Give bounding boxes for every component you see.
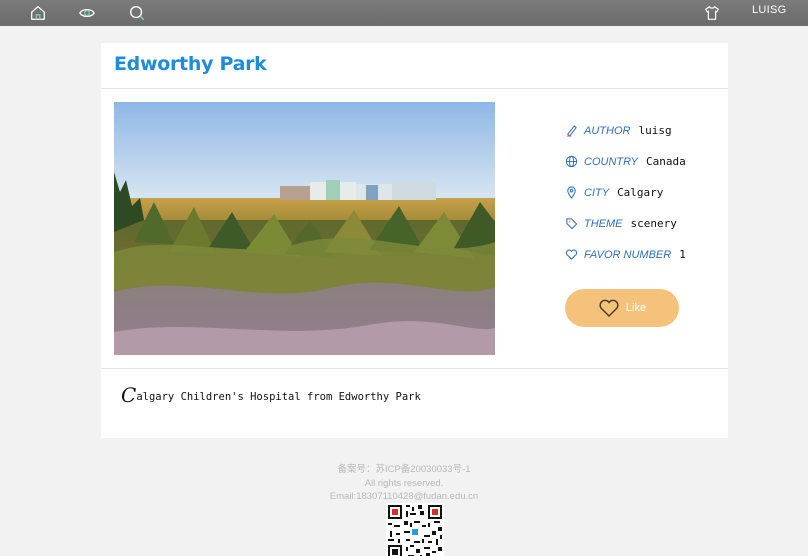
post-title: Edworthy Park [114, 53, 267, 75]
qr-code [386, 503, 444, 556]
info-row-city: CITY Calgary [565, 177, 725, 208]
like-button-label: Like [625, 302, 647, 314]
post-photo [114, 102, 495, 355]
theme-value: scenery [630, 217, 677, 230]
city-key: CITY [584, 186, 610, 199]
footer-icp: 备案号：苏ICP备20030033号-1 [337, 464, 471, 475]
heart-outline-icon [599, 299, 619, 317]
home-icon[interactable] [28, 3, 48, 23]
top-nav-bar: LUISG [0, 0, 808, 26]
globe-icon [565, 155, 578, 168]
tag-icon [565, 217, 578, 230]
title-divider [101, 88, 728, 89]
eye-icon[interactable] [77, 3, 97, 23]
location-pin-icon [565, 186, 578, 199]
pen-icon [565, 124, 578, 137]
theme-key: THEME [584, 217, 623, 230]
country-value: Canada [645, 155, 686, 168]
country-key: COUNTRY [584, 155, 638, 168]
footer-email: Email:18307110428@fudan.edu.cn [329, 491, 479, 502]
city-value: Calgary [617, 186, 664, 199]
info-row-author: AUTHOR luisg [565, 115, 725, 146]
info-row-favor-number: FAVOR NUMBER 1 [565, 239, 725, 270]
post-info-list: AUTHOR luisg COUNTRY Canada CITY Calgary [565, 115, 725, 270]
heart-icon [565, 248, 578, 261]
description-drop-cap: C [121, 383, 137, 407]
author-value: luisg [638, 124, 672, 137]
post-card: Edworthy Park AUTHOR luisg COUNTRY Canad… [101, 43, 728, 438]
like-button[interactable]: Like [565, 289, 679, 327]
info-row-theme: THEME scenery [565, 208, 725, 239]
favor-number-key: FAVOR NUMBER [584, 248, 672, 261]
footer-rights: All rights reserved. [364, 477, 444, 489]
shirt-icon[interactable] [702, 3, 722, 23]
user-name-link[interactable]: LUISG [752, 4, 787, 16]
post-description: Calgary Children's Hospital from Edworth… [121, 383, 421, 407]
author-key: AUTHOR [584, 124, 631, 137]
search-icon[interactable] [127, 3, 147, 23]
description-divider [101, 368, 728, 369]
description-text: algary Children's Hospital from Edworthy… [136, 391, 421, 403]
favor-number-value: 1 [679, 248, 686, 261]
page-footer: 备案号：苏ICP备20030033号-1 All rights reserved… [0, 463, 808, 504]
info-row-country: COUNTRY Canada [565, 146, 725, 177]
